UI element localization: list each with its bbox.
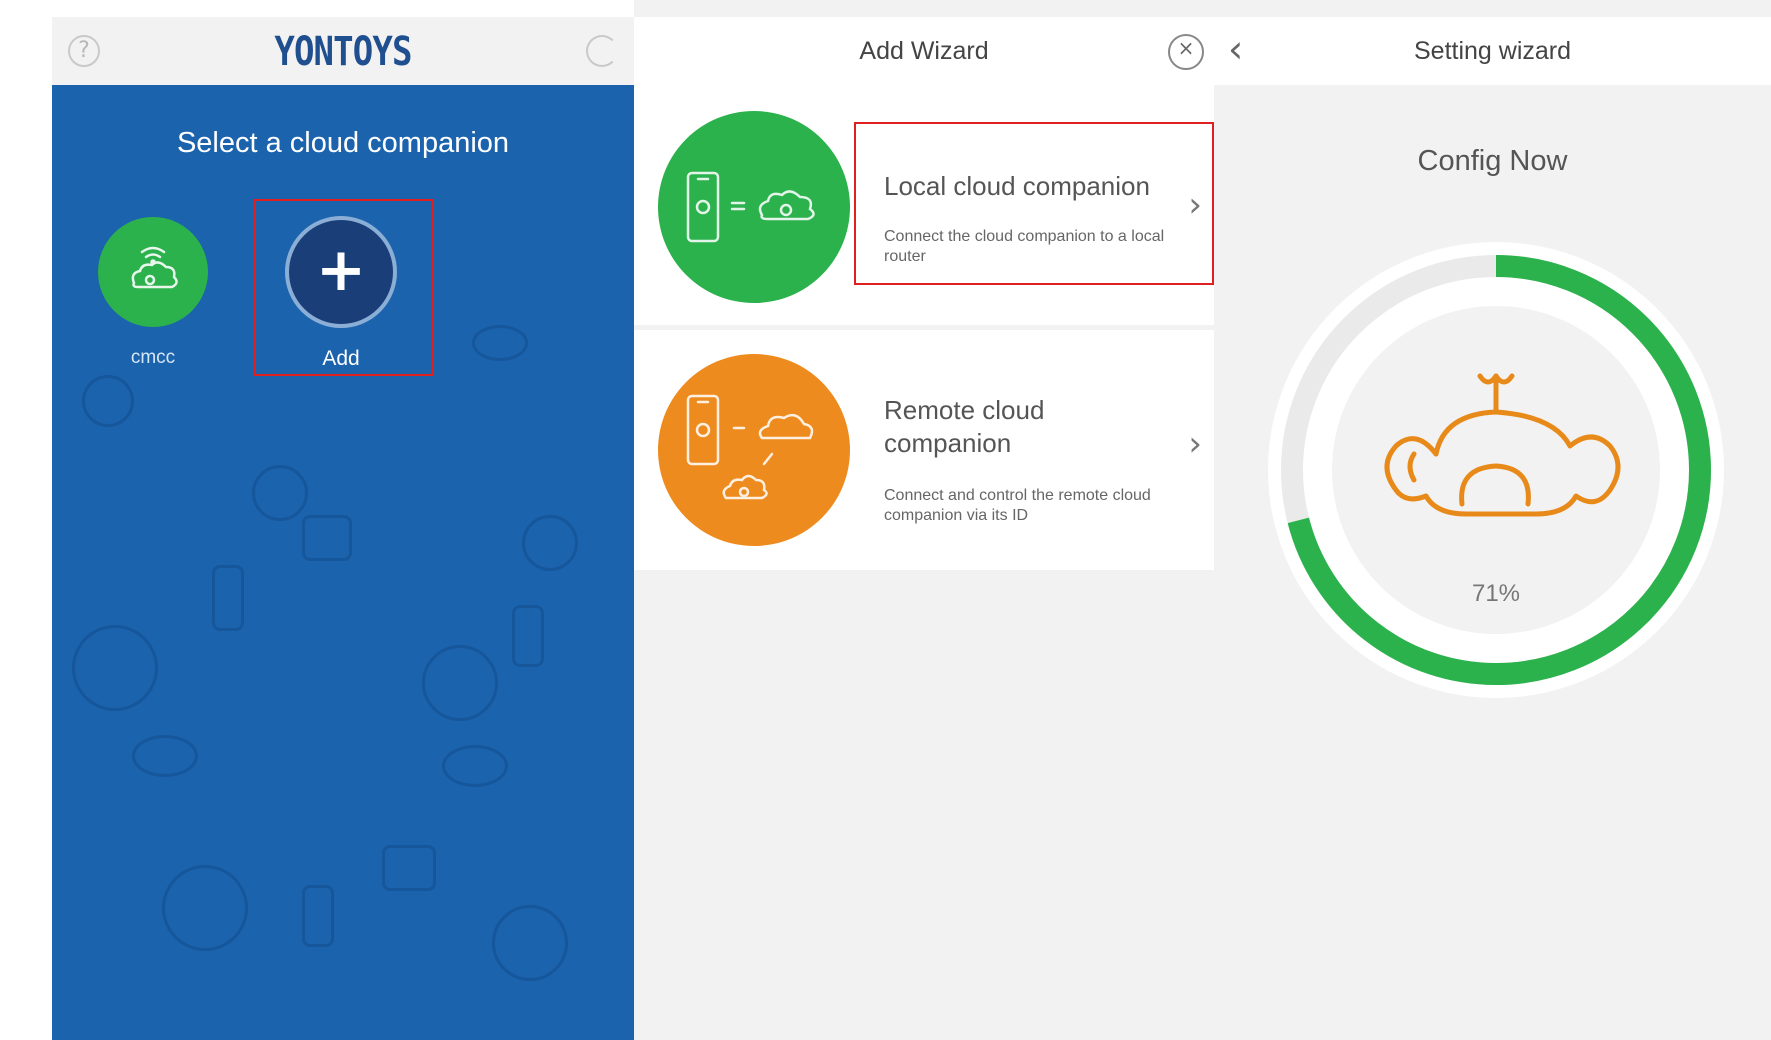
refresh-icon[interactable] [586,35,618,67]
select-companion-title: Select a cloud companion [176,127,510,159]
app-header: ? YONTOYS [52,17,634,85]
wizard-header: ‹ Setting wizard [1214,17,1771,85]
chevron-right-icon: › [1188,424,1202,464]
smiley-doodle-icon [522,515,578,571]
config-status-label: Config Now [1417,145,1568,177]
smiley-doodle-icon [252,465,308,521]
phone-doodle-icon [302,885,334,947]
companion-cmcc-button[interactable] [98,217,208,327]
option-remote-title: Remote cloud companion [884,395,1045,458]
progress-ring [1268,242,1724,698]
wifi-cloud-icon [131,246,178,289]
globe-doodle-icon [162,865,248,951]
companion-cmcc-label: cmcc [130,347,176,368]
close-icon[interactable]: × [1168,34,1204,70]
globe-doodle-icon [72,625,158,711]
smiley-doodle-icon [82,375,134,427]
globe-doodle-icon [492,905,568,981]
cloud-doodle-icon [472,325,528,361]
add-wizard-screen: Add Wizard × Local cloud companion Conne… [634,0,1214,1040]
cloud-doodle-icon [132,735,198,777]
option-remote-companion[interactable]: Remote cloud companion Connect and contr… [634,330,1214,570]
page-title: Setting wizard [1413,37,1572,65]
tv-doodle-icon [302,515,352,561]
globe-doodle-icon [422,645,498,721]
brand-logo: YONTOYS [274,29,412,75]
setting-wizard-screen: ‹ Setting wizard Config Now 71% [1214,0,1771,1040]
plus-icon: + [315,235,367,305]
local-highlight-frame [854,122,1214,285]
phone-to-cloud-icon [658,111,850,303]
page-title: Add Wizard [859,37,989,65]
phone-doodle-icon [212,565,244,631]
wizard-header: Add Wizard × [634,17,1214,85]
add-companion-button[interactable]: + [285,216,397,328]
tv-doodle-icon [382,845,436,891]
phone-doodle-icon [512,605,544,667]
remote-phone-cloud-icon [658,354,850,546]
add-companion-label: Add [322,347,360,370]
option-remote-description: Connect and control the remote cloud com… [884,487,1151,524]
companion-area: Select a cloud companion cmcc + Add [52,85,634,1040]
option-local-companion[interactable]: Local cloud companion Connect the cloud … [634,85,1214,325]
companion-list-screen: ? YONTOYS Select a cloud companion cmcc … [52,0,634,1040]
cloud-doodle-icon [442,745,508,787]
progress-percent: 71% [1471,580,1521,607]
